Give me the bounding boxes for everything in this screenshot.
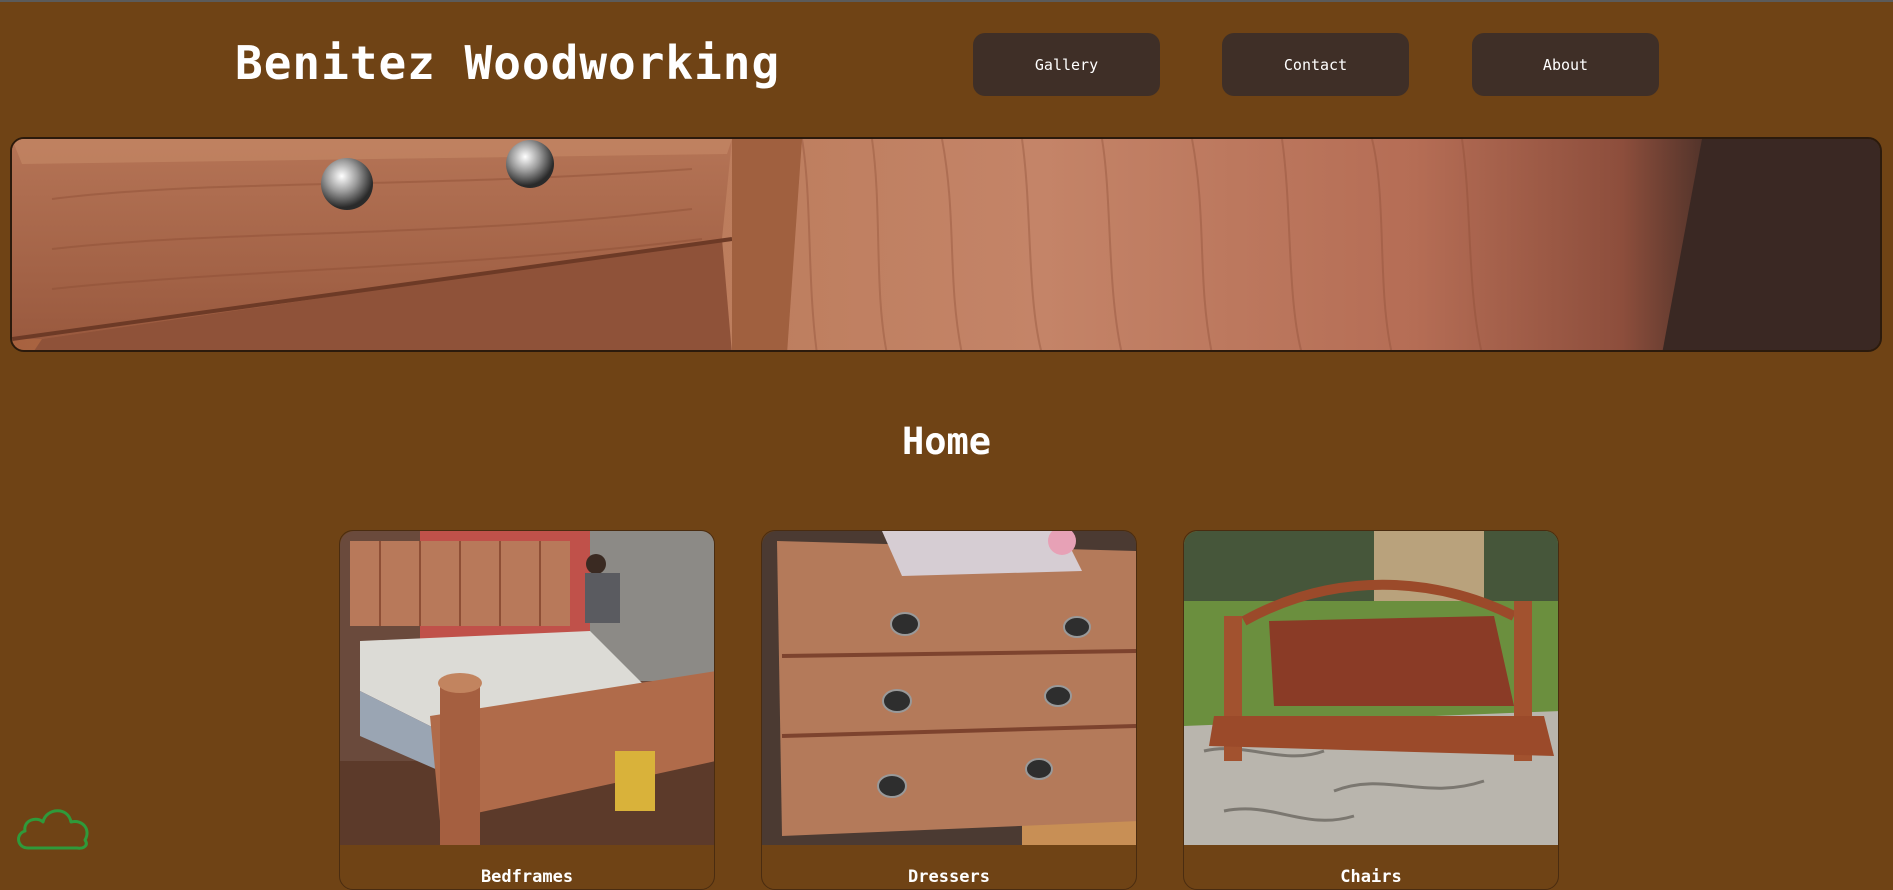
card-label-bedframes: Bedframes [480,867,574,887]
page-heading: Home [901,420,992,463]
top-border [0,0,1893,2]
nav-contact-button[interactable]: Contact [1222,33,1409,96]
category-card-dressers[interactable]: Dressers [761,530,1137,890]
cloud-icon[interactable] [13,800,93,855]
card-label-dressers: Dressers [908,867,990,887]
dresser-photo [762,531,1136,845]
bedframe-photo [340,531,714,845]
porch-swing-photo [1184,531,1558,845]
nav-about-button[interactable]: About [1472,33,1659,96]
card-label-chairs: Chairs [1340,867,1402,887]
nav-gallery-button[interactable]: Gallery [973,33,1160,96]
site-title[interactable]: Benitez Woodworking [235,36,780,90]
category-card-bedframes[interactable]: Bedframes [339,530,715,890]
category-card-chairs[interactable]: Chairs [1183,530,1559,890]
hero-banner-image [10,137,1882,352]
